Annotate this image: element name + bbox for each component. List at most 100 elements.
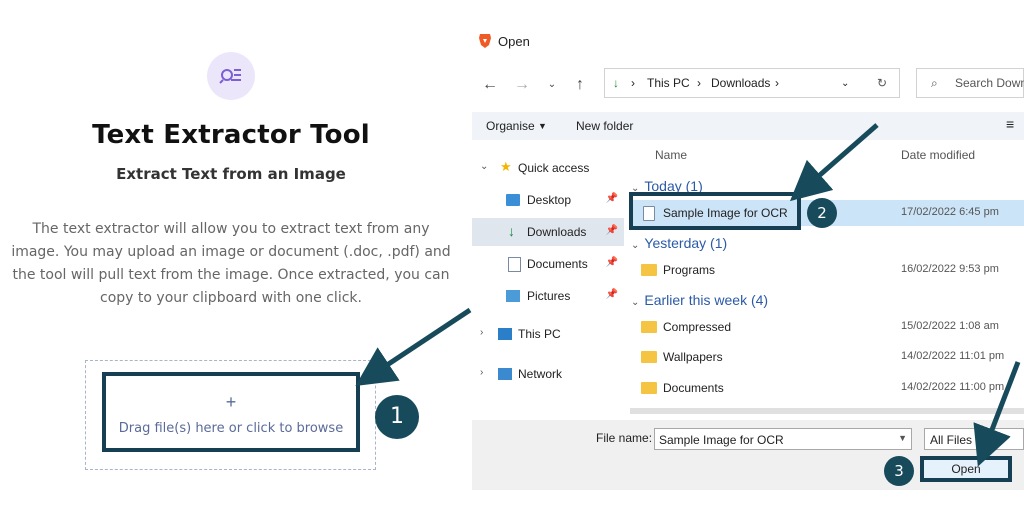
description-line: image. You may upload an image or docume… (11, 244, 451, 260)
sidebar-item-downloads[interactable]: ↓ Downloads 📌 (472, 218, 624, 246)
group-header-earlier-this-week[interactable]: ⌄ Earlier this week (4) (631, 292, 768, 308)
chevron-right-icon: › (775, 76, 779, 90)
network-icon (498, 368, 512, 380)
sidebar-item-label: Quick access (518, 161, 590, 175)
forward-arrow-icon[interactable]: → (512, 76, 532, 94)
chevron-down-icon[interactable]: ⌄ (480, 161, 488, 172)
sidebar-item-quick-access[interactable]: ⌄ ★ Quick access (472, 154, 624, 182)
plus-icon: + (225, 392, 237, 412)
view-options-icon[interactable]: ≡ (1006, 116, 1014, 132)
file-date: 14/02/2022 11:01 pm (901, 350, 1005, 362)
organise-button[interactable]: Organise (486, 119, 535, 133)
chevron-right-icon[interactable]: › (480, 327, 483, 338)
file-type-select[interactable]: All Files (924, 428, 1024, 450)
page-subtitle: Extract Text from an Image (116, 165, 346, 183)
pin-icon: 📌 (605, 289, 618, 300)
file-date: 16/02/2022 9:53 pm (901, 263, 999, 275)
download-icon: ↓ (508, 223, 515, 239)
horizontal-scrollbar[interactable] (630, 408, 1024, 414)
command-bar: Organise ▼ New folder ≡ (472, 112, 1024, 140)
file-name: Wallpapers (663, 350, 723, 364)
refresh-icon[interactable]: ↻ (877, 76, 887, 90)
dialog-title: Open (498, 34, 530, 49)
folder-icon (641, 382, 657, 394)
breadcrumb-downloads[interactable]: Downloads (711, 76, 770, 90)
file-list: Name Date modified ⌄ Today (1) Sample Ima… (627, 140, 1024, 416)
file-date: 14/02/2022 11:00 pm (901, 381, 1005, 393)
group-header-yesterday[interactable]: ⌄ Yesterday (1) (631, 235, 727, 251)
folder-icon (641, 321, 657, 333)
search-icon: ⌕ (931, 76, 938, 90)
description-line: The text extractor will allow you to ext… (32, 221, 430, 237)
organise-dropdown-icon[interactable]: ▼ (538, 121, 547, 131)
description-line: copy to your clipboard with one click. (100, 290, 362, 306)
back-arrow-icon[interactable]: ← (480, 76, 500, 94)
file-name-value: Sample Image for OCR (659, 433, 784, 447)
navigation-bar: ← → ⌄ ↑ ↓ › This PC › Downloads › ⌄ ↻ ⌕ … (472, 68, 1024, 102)
description-line: the tool will pull text from the image. … (12, 267, 450, 283)
sidebar-item-label: This PC (518, 327, 561, 341)
chevron-down-icon[interactable]: ▼ (898, 433, 907, 443)
star-icon: ★ (500, 159, 512, 174)
sidebar-item-network[interactable]: › Network (472, 360, 624, 388)
search-placeholder: Search Down (955, 76, 1024, 90)
document-icon (508, 257, 521, 272)
step-badge-2: 2 (807, 198, 837, 228)
computer-icon (498, 328, 512, 340)
highlight-box (629, 192, 801, 230)
up-arrow-icon[interactable]: ↑ (570, 76, 590, 94)
address-bar[interactable]: ↓ › This PC › Downloads › ⌄ ↻ (604, 68, 900, 98)
sidebar-item-label: Pictures (527, 289, 571, 303)
desktop-icon (506, 194, 520, 206)
search-input[interactable]: ⌕ Search Down (916, 68, 1024, 98)
step-badge-3: 3 (884, 456, 914, 486)
sidebar-item-this-pc[interactable]: › This PC (472, 320, 624, 348)
group-label: Earlier this week (4) (644, 292, 769, 308)
open-button[interactable]: Open (920, 456, 1012, 482)
file-date: 17/02/2022 6:45 pm (901, 206, 999, 218)
file-row[interactable]: Wallpapers 14/02/2022 11:01 pm (629, 344, 1024, 370)
sidebar-item-label: Desktop (527, 193, 572, 207)
brave-browser-icon (478, 33, 492, 49)
file-name: Compressed (663, 320, 732, 334)
recent-chevron-icon[interactable]: ⌄ (542, 79, 562, 90)
file-date: 15/02/2022 1:08 am (901, 320, 999, 332)
sidebar-item-label: Documents (527, 257, 588, 271)
pin-icon: 📌 (605, 257, 618, 268)
column-header-date[interactable]: Date modified (901, 148, 975, 162)
file-name-input[interactable]: Sample Image for OCR ▼ (654, 428, 912, 450)
download-icon: ↓ (613, 76, 619, 90)
folder-icon (641, 264, 657, 276)
tool-description: The text extractor will allow you to ext… (0, 218, 462, 310)
chevron-down-icon: ⌄ (631, 297, 640, 308)
sidebar-item-desktop[interactable]: Desktop 📌 (472, 186, 624, 214)
pin-icon: 📌 (605, 193, 618, 204)
file-name: Documents (663, 381, 724, 395)
file-type-value: All Files (930, 433, 973, 447)
navigation-pane: ⌄ ★ Quick access Desktop 📌 ↓ Downloads 📌… (472, 144, 624, 416)
sidebar-item-documents[interactable]: Documents 📌 (472, 250, 624, 278)
file-name: Programs (663, 263, 716, 277)
group-label: Yesterday (1) (644, 235, 728, 251)
chevron-down-icon: ⌄ (631, 240, 640, 251)
step-badge-1: 1 (375, 395, 419, 439)
picture-icon (506, 290, 520, 302)
chevron-right-icon[interactable]: › (480, 367, 483, 378)
pin-icon: 📌 (605, 225, 618, 236)
text-extractor-logo-icon (207, 52, 255, 100)
file-drop-zone[interactable]: + Drag file(s) here or click to browse (102, 372, 360, 452)
file-name-label: File name: (596, 431, 653, 445)
page-title: Text Extractor Tool (92, 120, 370, 150)
drop-zone-label: Drag file(s) here or click to browse (118, 421, 344, 436)
chevron-right-icon: › (631, 76, 635, 90)
file-row[interactable]: Programs 16/02/2022 9:53 pm (629, 257, 1024, 283)
column-header-name[interactable]: Name (655, 148, 687, 162)
sidebar-item-pictures[interactable]: Pictures 📌 (472, 282, 624, 310)
file-row[interactable]: Compressed 15/02/2022 1:08 am (629, 314, 1024, 340)
file-row[interactable]: Documents 14/02/2022 11:00 pm (629, 375, 1024, 401)
new-folder-button[interactable]: New folder (576, 119, 633, 133)
address-dropdown-icon[interactable]: ⌄ (841, 78, 849, 89)
sidebar-item-label: Downloads (527, 225, 587, 239)
breadcrumb-this-pc[interactable]: This PC (647, 76, 690, 90)
arrow-1 (355, 307, 472, 387)
